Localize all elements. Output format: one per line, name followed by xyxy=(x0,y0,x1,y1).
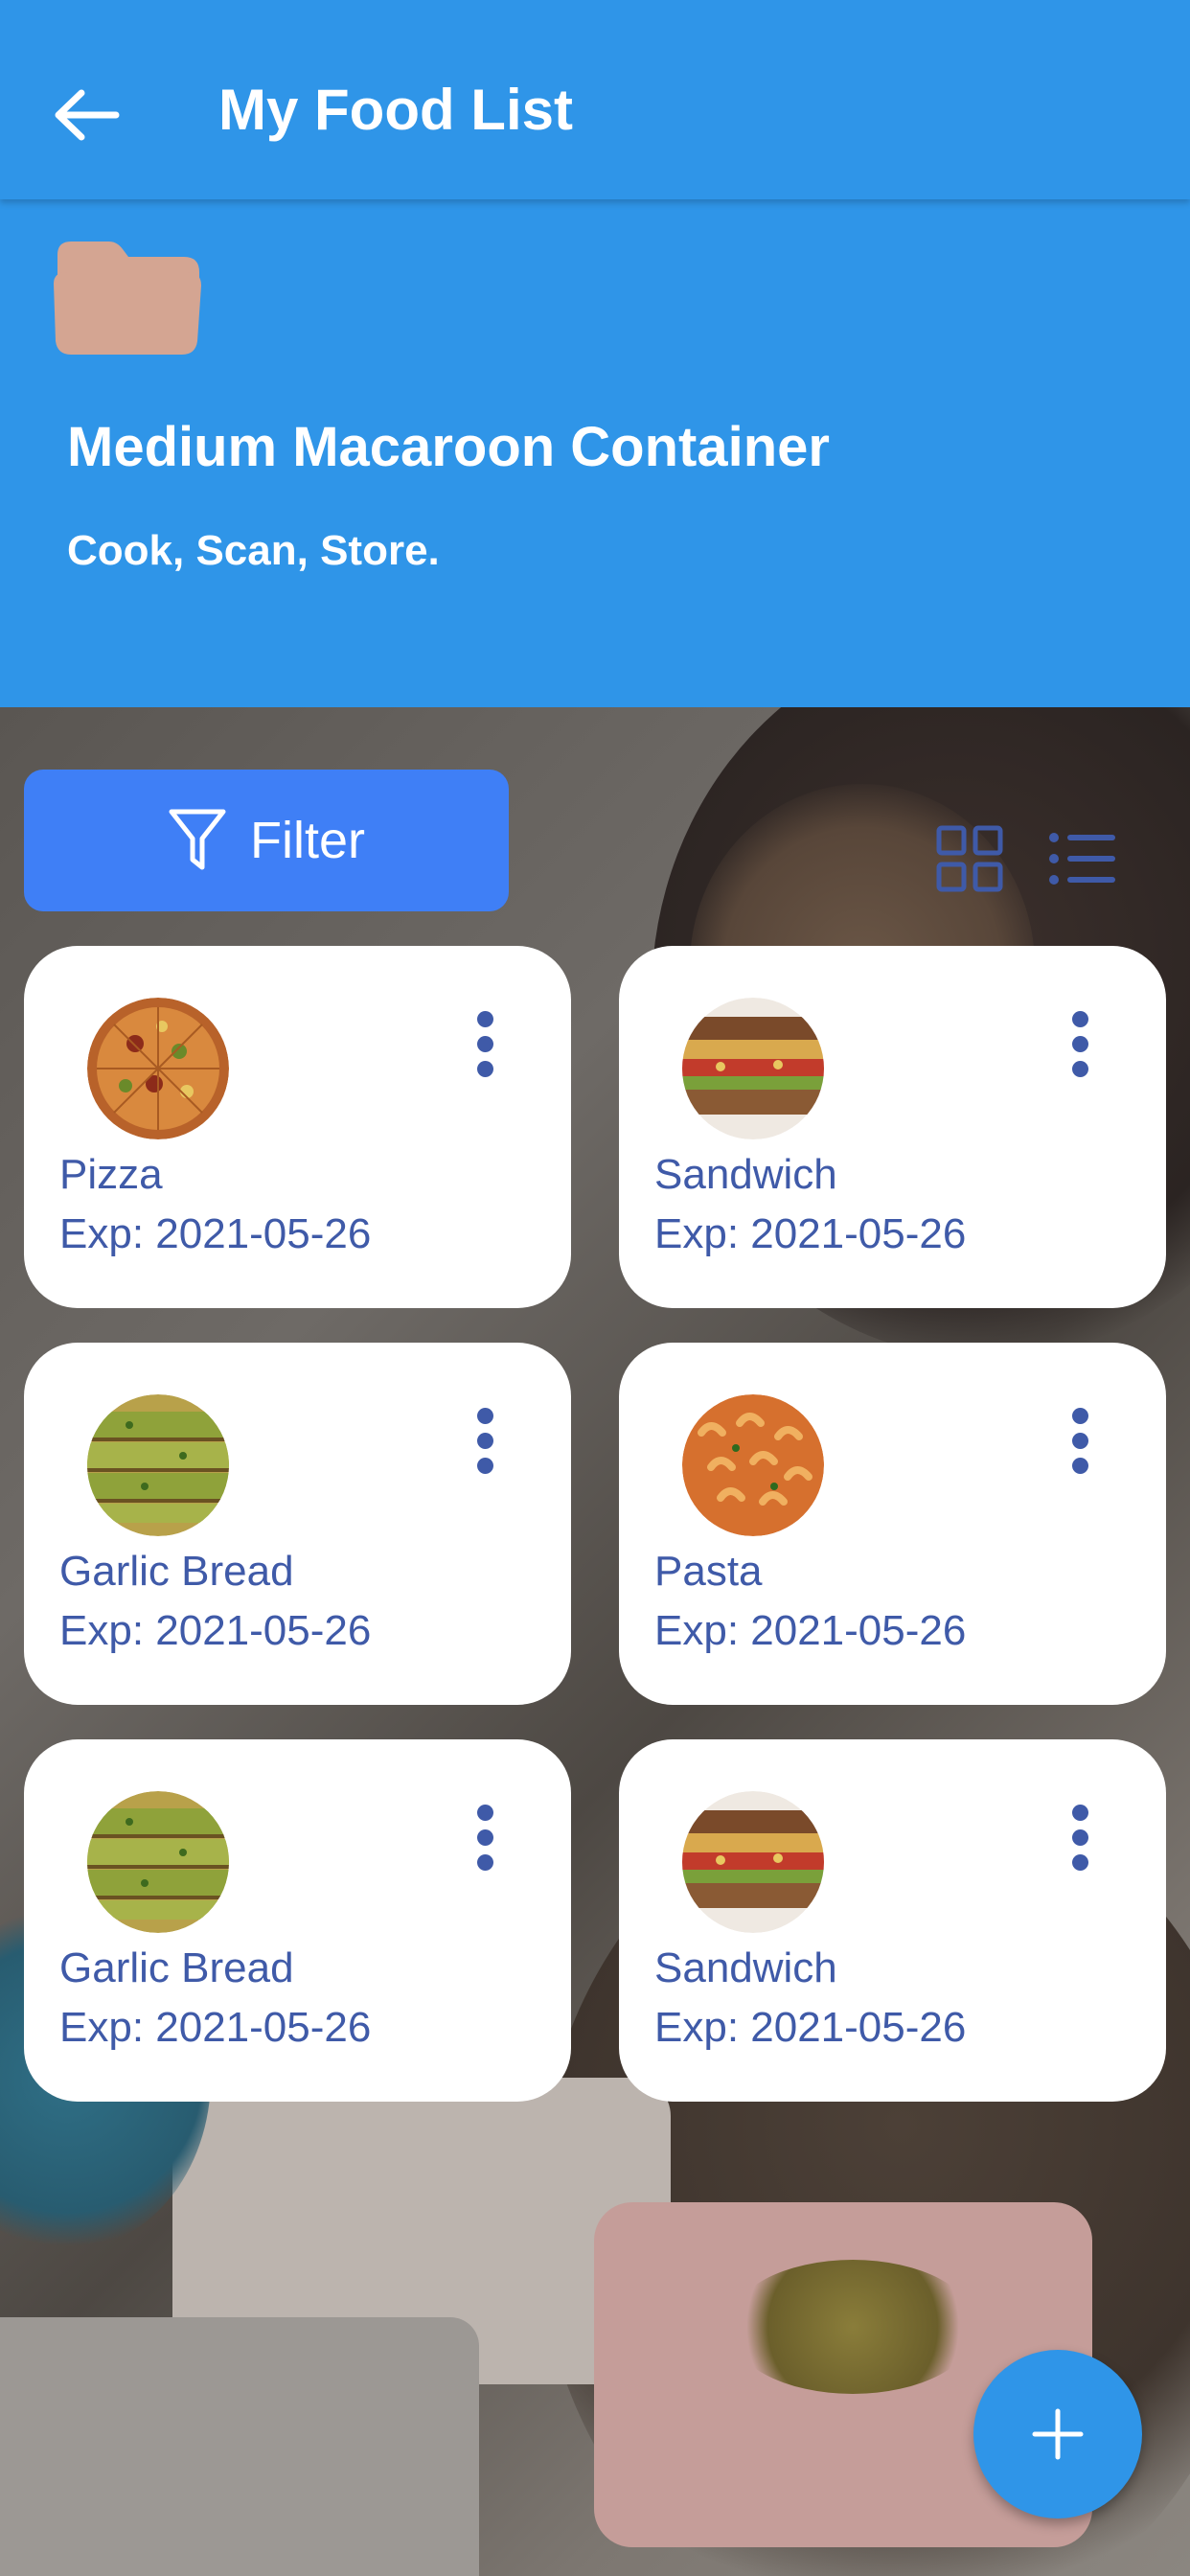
food-card-sandwich[interactable]: Sandwich Exp: 2021-05-26 xyxy=(619,1739,1166,2102)
more-options-button[interactable] xyxy=(475,1805,494,1871)
expiry-date: Exp: 2021-05-26 xyxy=(654,1607,967,1654)
food-card-pizza[interactable]: Pizza Exp: 2021-05-26 xyxy=(24,946,571,1308)
sandwich-thumbnail xyxy=(682,998,824,1139)
expiry-date: Exp: 2021-05-26 xyxy=(654,1210,967,1257)
food-name: Garlic Bread xyxy=(59,1944,294,1991)
container-subtitle: Cook, Scan, Store. xyxy=(67,527,440,574)
filter-label: Filter xyxy=(250,812,365,869)
expiry-date: Exp: 2021-05-26 xyxy=(59,1607,372,1654)
more-options-button[interactable] xyxy=(1070,1805,1089,1871)
container-header: Medium Macaroon Container Cook, Scan, St… xyxy=(0,199,1190,707)
filter-funnel-icon xyxy=(169,809,226,870)
expiry-date: Exp: 2021-05-26 xyxy=(59,2004,372,2051)
more-options-button[interactable] xyxy=(1070,1408,1089,1474)
folder-icon xyxy=(54,242,201,355)
add-item-button[interactable] xyxy=(973,2350,1142,2518)
garlic-bread-thumbnail xyxy=(87,1394,229,1536)
food-card-garlic-bread[interactable]: Garlic Bread Exp: 2021-05-26 xyxy=(24,1739,571,2102)
page-title: My Food List xyxy=(218,78,573,142)
more-options-button[interactable] xyxy=(475,1408,494,1474)
more-options-button[interactable] xyxy=(1070,1011,1089,1077)
food-name: Pasta xyxy=(654,1548,763,1595)
garlic-bread-thumbnail xyxy=(87,1791,229,1933)
app-bar: My Food List xyxy=(0,0,1190,199)
food-card-pasta[interactable]: Pasta Exp: 2021-05-26 xyxy=(619,1343,1166,1705)
food-card-garlic-bread[interactable]: Garlic Bread Exp: 2021-05-26 xyxy=(24,1343,571,1705)
food-name: Sandwich xyxy=(654,1944,837,1991)
pasta-thumbnail xyxy=(682,1394,824,1536)
filter-button[interactable]: Filter xyxy=(24,770,509,911)
back-button[interactable] xyxy=(38,67,134,163)
container-title: Medium Macaroon Container xyxy=(67,416,830,478)
more-options-button[interactable] xyxy=(475,1011,494,1077)
pizza-thumbnail xyxy=(87,998,229,1139)
grid-view-icon[interactable] xyxy=(935,824,1004,893)
plus-icon xyxy=(1032,2408,1084,2460)
sandwich-thumbnail xyxy=(682,1791,824,1933)
food-name: Pizza xyxy=(59,1151,163,1198)
food-name: Sandwich xyxy=(654,1151,837,1198)
food-card-sandwich[interactable]: Sandwich Exp: 2021-05-26 xyxy=(619,946,1166,1308)
food-name: Garlic Bread xyxy=(59,1548,294,1595)
list-view-icon[interactable] xyxy=(1048,832,1117,886)
expiry-date: Exp: 2021-05-26 xyxy=(654,2004,967,2051)
arrow-left-icon xyxy=(55,89,120,141)
expiry-date: Exp: 2021-05-26 xyxy=(59,1210,372,1257)
